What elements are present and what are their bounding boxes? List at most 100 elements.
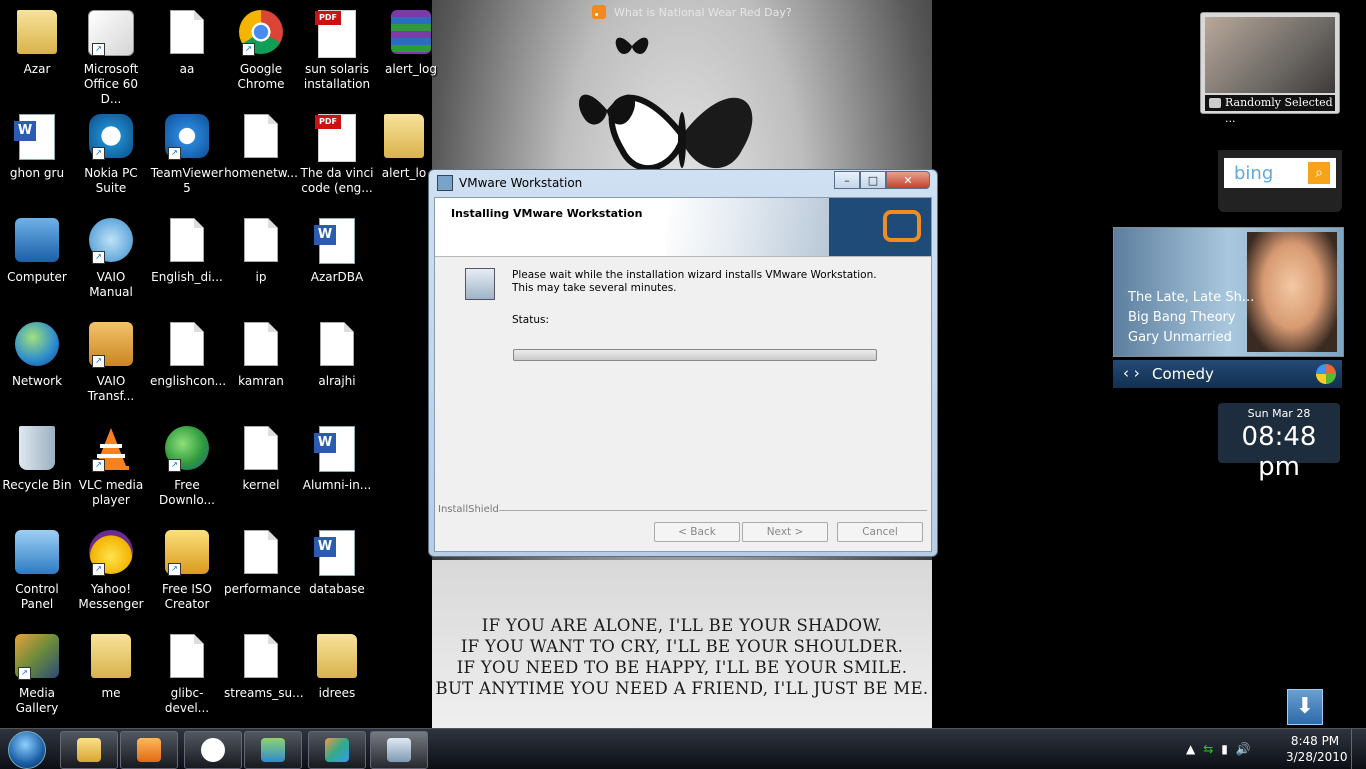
search-icon[interactable]: ⌕: [1308, 162, 1330, 184]
vmware-installer-window[interactable]: VMware Workstation – □ ✕ Installing VMwa…: [428, 169, 938, 557]
desktop-icon-sun-solaris[interactable]: sun solaris installation: [300, 10, 374, 92]
desktop-icon-media-gallery[interactable]: ↗ Media Gallery: [0, 634, 74, 716]
tv-show-item[interactable]: Big Bang Theory: [1128, 310, 1236, 325]
desktop-icon-englishcon[interactable]: englishcon...: [150, 322, 226, 389]
desktop-icon-english-di[interactable]: English_di...: [150, 218, 224, 285]
icon-label: database: [309, 582, 365, 596]
vmware-logo-icon: [883, 210, 921, 242]
icon-label: VAIO Transf...: [87, 374, 135, 403]
paint-palette-icon: [325, 738, 349, 762]
desktop-icon-homenetw[interactable]: homenetw...: [224, 114, 298, 181]
network-globe-icon: [15, 322, 59, 366]
icon-label: Free Downlo...: [159, 478, 215, 507]
desktop-icon-database[interactable]: database: [300, 530, 374, 597]
desktop-icon-alrajhi[interactable]: alrajhi: [300, 322, 374, 389]
desktop-icon-idrees[interactable]: idrees: [300, 634, 374, 701]
volume-icon[interactable]: 🔊: [1236, 742, 1251, 756]
icon-label: Alumni-in...: [302, 478, 372, 492]
file-icon: [244, 114, 278, 158]
show-desktop-button[interactable]: [1351, 729, 1366, 769]
desktop-icon-me[interactable]: me: [74, 634, 148, 701]
tv-show-item[interactable]: Gary Unmarried: [1128, 330, 1232, 345]
feed-headline-gadget[interactable]: What is National Wear Red Day?: [592, 3, 792, 21]
desktop-icon-alert-log-folder[interactable]: alert_lo: [374, 114, 434, 181]
file-icon: [170, 634, 204, 678]
folder-icon: [317, 634, 357, 678]
icon-label: aa: [179, 62, 195, 76]
desktop-icon-free-download[interactable]: ↗ Free Downlo...: [150, 426, 224, 508]
control-panel-icon: [15, 530, 59, 574]
desktop-icon-teamviewer[interactable]: ↗ TeamViewer 5: [150, 114, 224, 196]
desktop-icon-kamran[interactable]: kamran: [224, 322, 298, 389]
taskbar-vmware-installer-button[interactable]: [370, 731, 428, 769]
shortcut-arrow-icon: ↗: [92, 459, 105, 472]
desktop-icon-streams-su[interactable]: streams_su...: [224, 634, 304, 701]
power-icon[interactable]: ▮: [1221, 742, 1228, 756]
show-hidden-icons-icon[interactable]: ▲: [1186, 742, 1195, 756]
icon-label: Azar: [23, 62, 51, 76]
taskbar-explorer-button[interactable]: [60, 731, 118, 769]
close-button[interactable]: ✕: [886, 171, 930, 189]
desktop-icon-nokia-pc-suite[interactable]: ↗ Nokia PC Suite: [74, 114, 148, 196]
desktop-icon-ip[interactable]: ip: [224, 218, 298, 285]
desktop-icon-ms-office[interactable]: ↗ Microsoft Office 60 D...: [74, 10, 148, 107]
start-button[interactable]: [3, 731, 49, 769]
windows-media-center-icon[interactable]: [1316, 364, 1336, 384]
desktop-icon-azar[interactable]: Azar: [0, 10, 74, 77]
download-arrow-icon[interactable]: ⬇: [1287, 689, 1323, 725]
installer-app-icon: [437, 175, 453, 191]
desktop-icon-performance[interactable]: performance: [224, 530, 301, 597]
taskbar-google-talk-button[interactable]: [184, 731, 242, 769]
desktop-icon-control-panel[interactable]: Control Panel: [0, 530, 74, 612]
category-nav-arrows-icon[interactable]: ‹ ›: [1123, 364, 1140, 382]
desktop-icon-network[interactable]: Network: [0, 322, 74, 389]
taskbar-clock[interactable]: 8:48 PM 3/28/2010: [1286, 733, 1348, 765]
gadget-date: Sun Mar 28: [1247, 407, 1311, 420]
window-titlebar[interactable]: VMware Workstation: [437, 175, 582, 191]
shortcut-arrow-icon: ↗: [92, 355, 105, 368]
shortcut-arrow-icon: ↗: [18, 667, 31, 680]
desktop-icon-vaio-transfer[interactable]: ↗ VAIO Transf...: [74, 322, 148, 404]
icon-label: alert_log: [384, 62, 437, 76]
desktop-icon-vlc[interactable]: ↗ VLC media player: [74, 426, 148, 508]
taskbar-messenger-button[interactable]: [244, 731, 302, 769]
icon-label: Recycle Bin: [2, 478, 72, 492]
desktop-icon-yahoo-messenger[interactable]: ↗ Yahoo! Messenger: [74, 530, 148, 612]
taskbar-paint-button[interactable]: [308, 731, 366, 769]
desktop-icon-vaio-manual[interactable]: ↗ VAIO Manual: [74, 218, 148, 300]
minimize-button[interactable]: –: [834, 171, 860, 189]
maximize-button[interactable]: □: [860, 171, 886, 189]
network-sync-icon[interactable]: ⇆: [1203, 742, 1213, 756]
tv-show-item[interactable]: The Late, Late Sh...: [1128, 290, 1254, 305]
bing-search-input[interactable]: bing ⌕: [1224, 158, 1336, 188]
bing-search-gadget[interactable]: bing ⌕: [1218, 150, 1342, 212]
cancel-button[interactable]: Cancel: [837, 522, 923, 542]
icon-label: ip: [255, 270, 267, 284]
desktop-icon-computer[interactable]: Computer: [0, 218, 74, 285]
shortcut-arrow-icon: ↗: [242, 43, 255, 56]
file-icon: [170, 218, 204, 262]
icon-label: me: [101, 686, 121, 700]
desktop-icon-glibc-devel[interactable]: glibc-devel...: [150, 634, 224, 716]
desktop-icon-alumni[interactable]: Alumni-in...: [300, 426, 374, 493]
desktop-icon-ghon-gru[interactable]: ghon gru: [0, 114, 74, 181]
icon-label: TeamViewer 5: [150, 166, 224, 195]
desktop-icon-google-chrome[interactable]: ↗ Google Chrome: [224, 10, 298, 92]
tv-gadget[interactable]: The Late, Late Sh... Big Bang Theory Gar…: [1113, 227, 1344, 357]
desktop-icon-kernel[interactable]: kernel: [224, 426, 298, 493]
desktop-icon-alert-log-archive[interactable]: alert_log: [374, 10, 448, 77]
icon-label: performance: [224, 582, 301, 596]
feed-headline[interactable]: What is National Wear Red Day?: [614, 6, 792, 19]
slideshow-gadget[interactable]: Randomly Selected ...: [1200, 12, 1340, 125]
taskbar-media-player-button[interactable]: [120, 731, 178, 769]
next-button[interactable]: Next >: [742, 522, 828, 542]
icon-label: AzarDBA: [310, 270, 364, 284]
desktop-icon-free-iso-creator[interactable]: ↗ Free ISO Creator: [150, 530, 224, 612]
windows-logo-icon: [8, 731, 46, 769]
desktop-icon-azardba[interactable]: AzarDBA: [300, 218, 374, 285]
back-button[interactable]: < Back: [654, 522, 740, 542]
footer-divider: [499, 510, 927, 511]
desktop-icon-aa[interactable]: aa: [150, 10, 224, 77]
desktop-icon-recycle-bin[interactable]: Recycle Bin: [0, 426, 74, 493]
desktop-icon-da-vinci-code[interactable]: The da vinci code (eng...: [300, 114, 374, 196]
